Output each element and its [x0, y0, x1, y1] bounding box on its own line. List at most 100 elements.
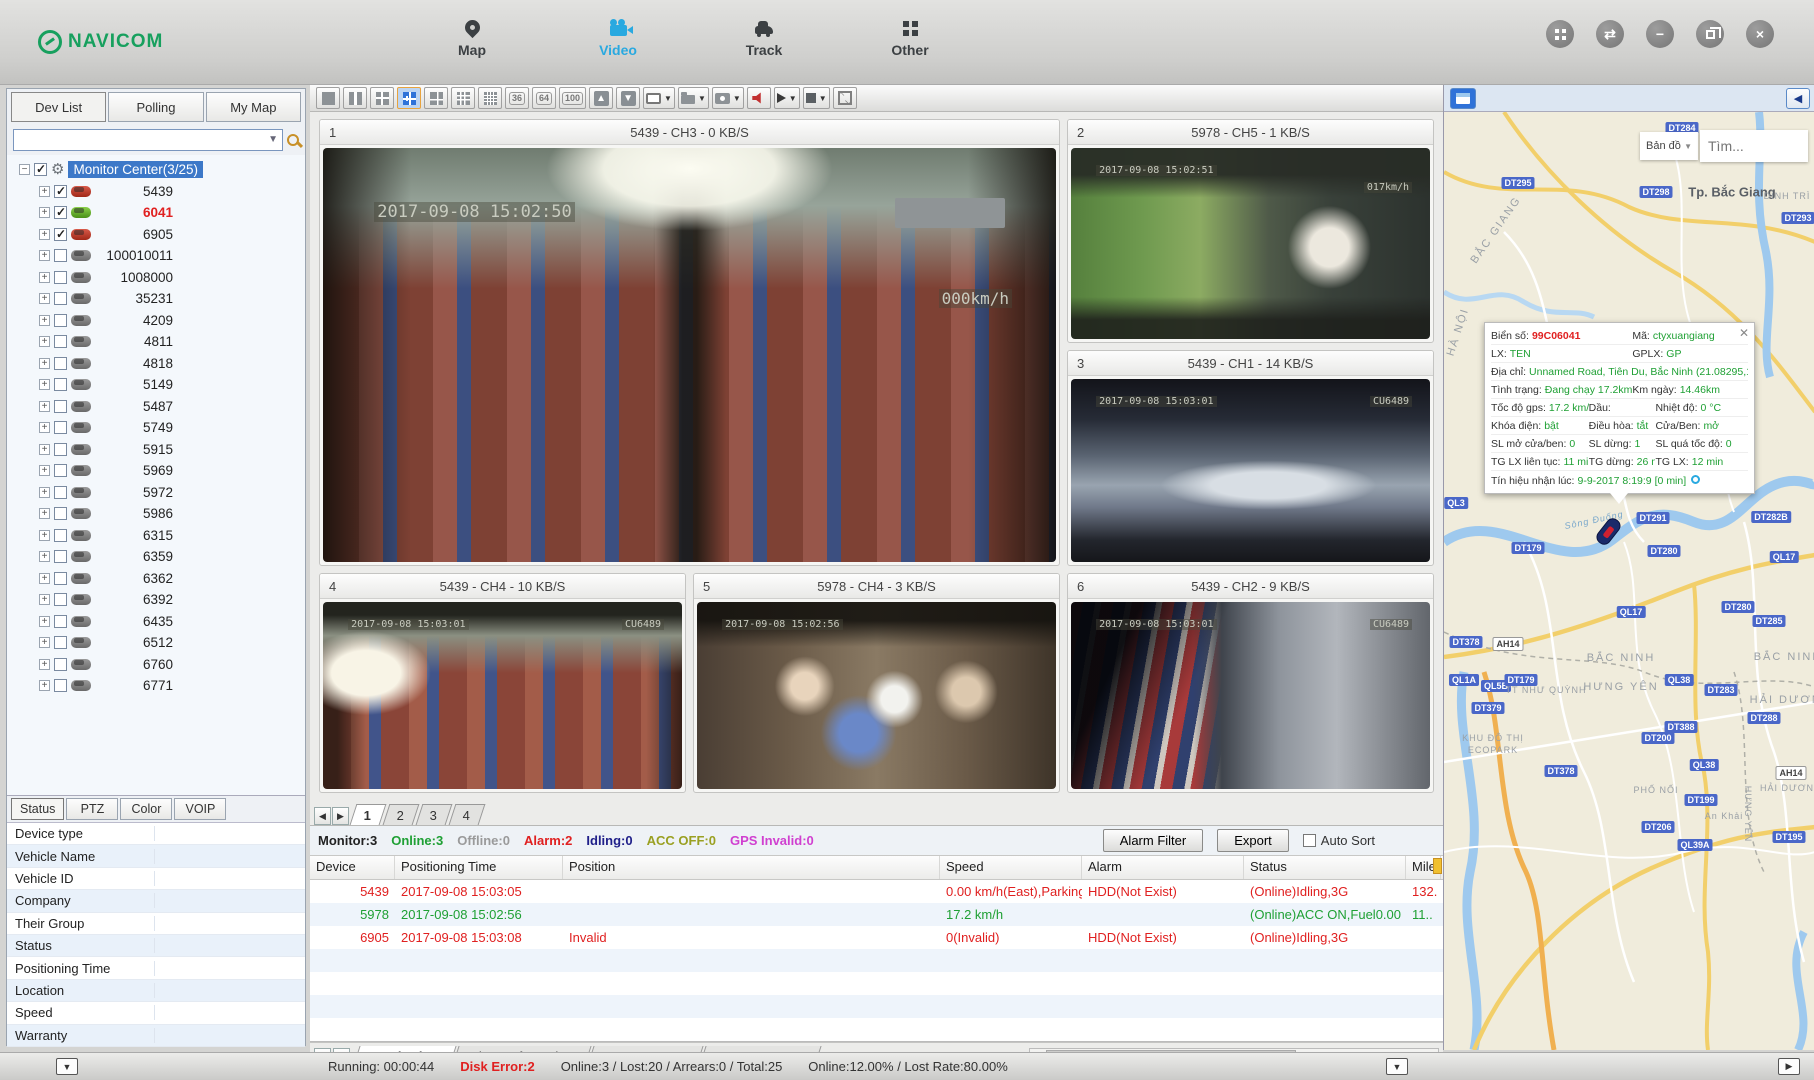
view-64-button[interactable]: 64: [532, 87, 556, 109]
snapshot-button[interactable]: ▼: [712, 87, 744, 109]
expand-box-icon[interactable]: +: [39, 659, 50, 670]
nav-item-video[interactable]: Video: [576, 8, 660, 58]
expand-box-icon[interactable]: +: [39, 530, 50, 541]
tree-device-row[interactable]: +35231: [9, 288, 303, 310]
pager-next-icon[interactable]: ▶: [332, 807, 349, 825]
device-checkbox[interactable]: [54, 335, 67, 348]
device-checkbox[interactable]: [54, 206, 67, 219]
export-button[interactable]: Export: [1217, 829, 1289, 852]
device-label[interactable]: 6359: [95, 549, 173, 564]
expand-box-icon[interactable]: +: [39, 272, 50, 283]
device-label[interactable]: 5749: [95, 420, 173, 435]
video-cell-5[interactable]: 55978 - CH4 - 3 KB/S 2017-09-08 15:02:56: [693, 573, 1060, 793]
restore-icon[interactable]: [1696, 20, 1724, 48]
statusbar-dropdown2-icon[interactable]: ▼: [1386, 1058, 1408, 1075]
device-label[interactable]: 5149: [95, 377, 173, 392]
device-label[interactable]: 1008000: [95, 270, 173, 285]
device-label[interactable]: 6362: [95, 571, 173, 586]
video-cell-6[interactable]: 65439 - CH2 - 9 KB/S 2017-09-08 15:03:01…: [1067, 573, 1434, 793]
chevron-down-icon[interactable]: ▼: [789, 94, 797, 103]
close-icon[interactable]: ×: [1746, 20, 1774, 48]
device-label[interactable]: 6435: [95, 614, 173, 629]
chevron-down-icon[interactable]: ▼: [698, 94, 706, 103]
tree-root-label[interactable]: Monitor Center(3/25): [68, 161, 203, 178]
expand-box-icon[interactable]: +: [39, 616, 50, 627]
device-label[interactable]: 6392: [95, 592, 173, 607]
device-label[interactable]: 6041: [95, 205, 173, 220]
side-tab-voip[interactable]: VOIP: [174, 798, 226, 820]
expand-box-icon[interactable]: +: [39, 444, 50, 455]
device-label[interactable]: 5969: [95, 463, 173, 478]
video-cell-2[interactable]: 25978 - CH5 - 1 KB/S 2017-09-08 15:02:51…: [1067, 119, 1434, 343]
view-9-button[interactable]: [451, 87, 475, 109]
tree-device-row[interactable]: +4209: [9, 310, 303, 332]
tree-device-row[interactable]: +6041: [9, 202, 303, 224]
expand-box-icon[interactable]: +: [39, 508, 50, 519]
expand-box-icon[interactable]: +: [39, 315, 50, 326]
page-down-button[interactable]: ▼: [616, 87, 640, 109]
device-checkbox[interactable]: [54, 658, 67, 671]
page-up-button[interactable]: ▲: [589, 87, 613, 109]
expand-box-icon[interactable]: +: [39, 487, 50, 498]
sidebar-tab-dev-list[interactable]: Dev List: [11, 92, 106, 122]
tree-device-row[interactable]: +6435: [9, 611, 303, 633]
device-checkbox[interactable]: [54, 228, 67, 241]
device-checkbox[interactable]: [54, 357, 67, 370]
device-label[interactable]: 5439: [95, 184, 173, 199]
tree-device-row[interactable]: +5972: [9, 482, 303, 504]
view-8-button[interactable]: [424, 87, 448, 109]
expand-box-icon[interactable]: +: [39, 401, 50, 412]
video-stream[interactable]: 2017-09-08 15:03:01 CU6489: [1071, 602, 1430, 789]
device-label[interactable]: 5487: [95, 399, 173, 414]
tree-device-row[interactable]: +100010011: [9, 245, 303, 267]
alarm-filter-button[interactable]: Alarm Filter: [1103, 829, 1203, 852]
view-100-button[interactable]: 100: [559, 87, 586, 109]
expand-box-icon[interactable]: +: [39, 293, 50, 304]
statusbar-dropdown-icon[interactable]: ▼: [56, 1058, 78, 1075]
device-checkbox[interactable]: [54, 421, 67, 434]
device-checkbox[interactable]: [54, 314, 67, 327]
root-checkbox[interactable]: [34, 163, 47, 176]
page-tab-1[interactable]: 1: [350, 804, 387, 825]
map-collapse-button[interactable]: ◀: [1786, 88, 1810, 109]
device-label[interactable]: 100010011: [95, 248, 173, 263]
gear-icon[interactable]: ⚙: [51, 163, 64, 177]
search-icon[interactable]: [287, 134, 299, 146]
tree-device-row[interactable]: +5439: [9, 181, 303, 203]
device-label[interactable]: 4209: [95, 313, 173, 328]
sidebar-tab-my-map[interactable]: My Map: [206, 92, 301, 122]
tree-device-row[interactable]: +4811: [9, 331, 303, 353]
nav-item-track[interactable]: Track: [722, 8, 806, 58]
view-36-button[interactable]: 36: [505, 87, 529, 109]
device-checkbox[interactable]: [54, 636, 67, 649]
expand-box-icon[interactable]: +: [39, 379, 50, 390]
device-checkbox[interactable]: [54, 400, 67, 413]
page-tab-3[interactable]: 3: [416, 804, 453, 825]
device-label[interactable]: 35231: [95, 291, 173, 306]
video-stream[interactable]: 2017-09-08 15:03:01 CU6489: [1071, 379, 1430, 562]
device-checkbox[interactable]: [54, 443, 67, 456]
column-header-alarm[interactable]: Alarm: [1082, 856, 1244, 879]
stop-button[interactable]: ▼: [803, 87, 830, 109]
device-label[interactable]: 5915: [95, 442, 173, 457]
device-label[interactable]: 6905: [95, 227, 173, 242]
view-1-button[interactable]: [316, 87, 340, 109]
device-checkbox[interactable]: [54, 292, 67, 305]
tree-device-row[interactable]: +5487: [9, 396, 303, 418]
device-checkbox[interactable]: [54, 507, 67, 520]
device-checkbox[interactable]: [54, 486, 67, 499]
video-stream[interactable]: 2017-09-08 15:02:56: [697, 602, 1056, 789]
device-label[interactable]: 5972: [95, 485, 173, 500]
tree-device-row[interactable]: +5749: [9, 417, 303, 439]
tree-device-row[interactable]: +6315: [9, 525, 303, 547]
view-2-button[interactable]: [343, 87, 367, 109]
expand-box-icon[interactable]: +: [39, 637, 50, 648]
expand-box-icon[interactable]: +: [39, 207, 50, 218]
device-label[interactable]: 6315: [95, 528, 173, 543]
view-16-button[interactable]: [478, 87, 502, 109]
chevron-down-icon[interactable]: ▼: [819, 94, 827, 103]
device-label[interactable]: 6760: [95, 657, 173, 672]
expand-box-icon[interactable]: +: [39, 573, 50, 584]
tree-device-row[interactable]: +5986: [9, 503, 303, 525]
monitor-button[interactable]: ▼: [643, 87, 675, 109]
